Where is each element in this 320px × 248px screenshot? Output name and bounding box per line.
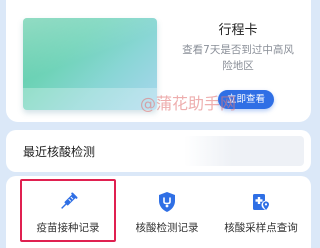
recent-test-result-blurred (184, 136, 304, 166)
shield-stethoscope-icon (159, 192, 175, 212)
vaccination-record-label: 疫苗接种记录 (36, 222, 100, 234)
test-record-label: 核酸检测记录 (135, 222, 199, 234)
trip-card-description: 查看7天是否到过中高风险地区 (182, 44, 294, 72)
hospital-location-icon (253, 194, 271, 210)
services-card: 疫苗接种记录 核酸检测记录 核酸采样点查询 (6, 176, 311, 248)
trip-card[interactable]: 行程卡 查看7天是否到过中高风险地区 立即查看 (6, 0, 311, 122)
sampling-site-query-button[interactable]: 核酸采样点查询 (212, 176, 310, 248)
recent-test-card[interactable]: 最近核酸检测 (6, 130, 311, 172)
trip-card-title: 行程卡 (218, 23, 258, 38)
recent-test-title: 最近核酸检测 (23, 145, 96, 159)
sampling-site-query-label: 核酸采样点查询 (224, 222, 298, 234)
trip-card-illustration (23, 18, 157, 110)
view-now-button[interactable]: 立即查看 (218, 90, 274, 109)
syringe-icon (61, 192, 78, 209)
vaccination-record-button[interactable]: 疫苗接种记录 (20, 176, 116, 248)
test-record-button[interactable]: 核酸检测记录 (122, 176, 212, 248)
